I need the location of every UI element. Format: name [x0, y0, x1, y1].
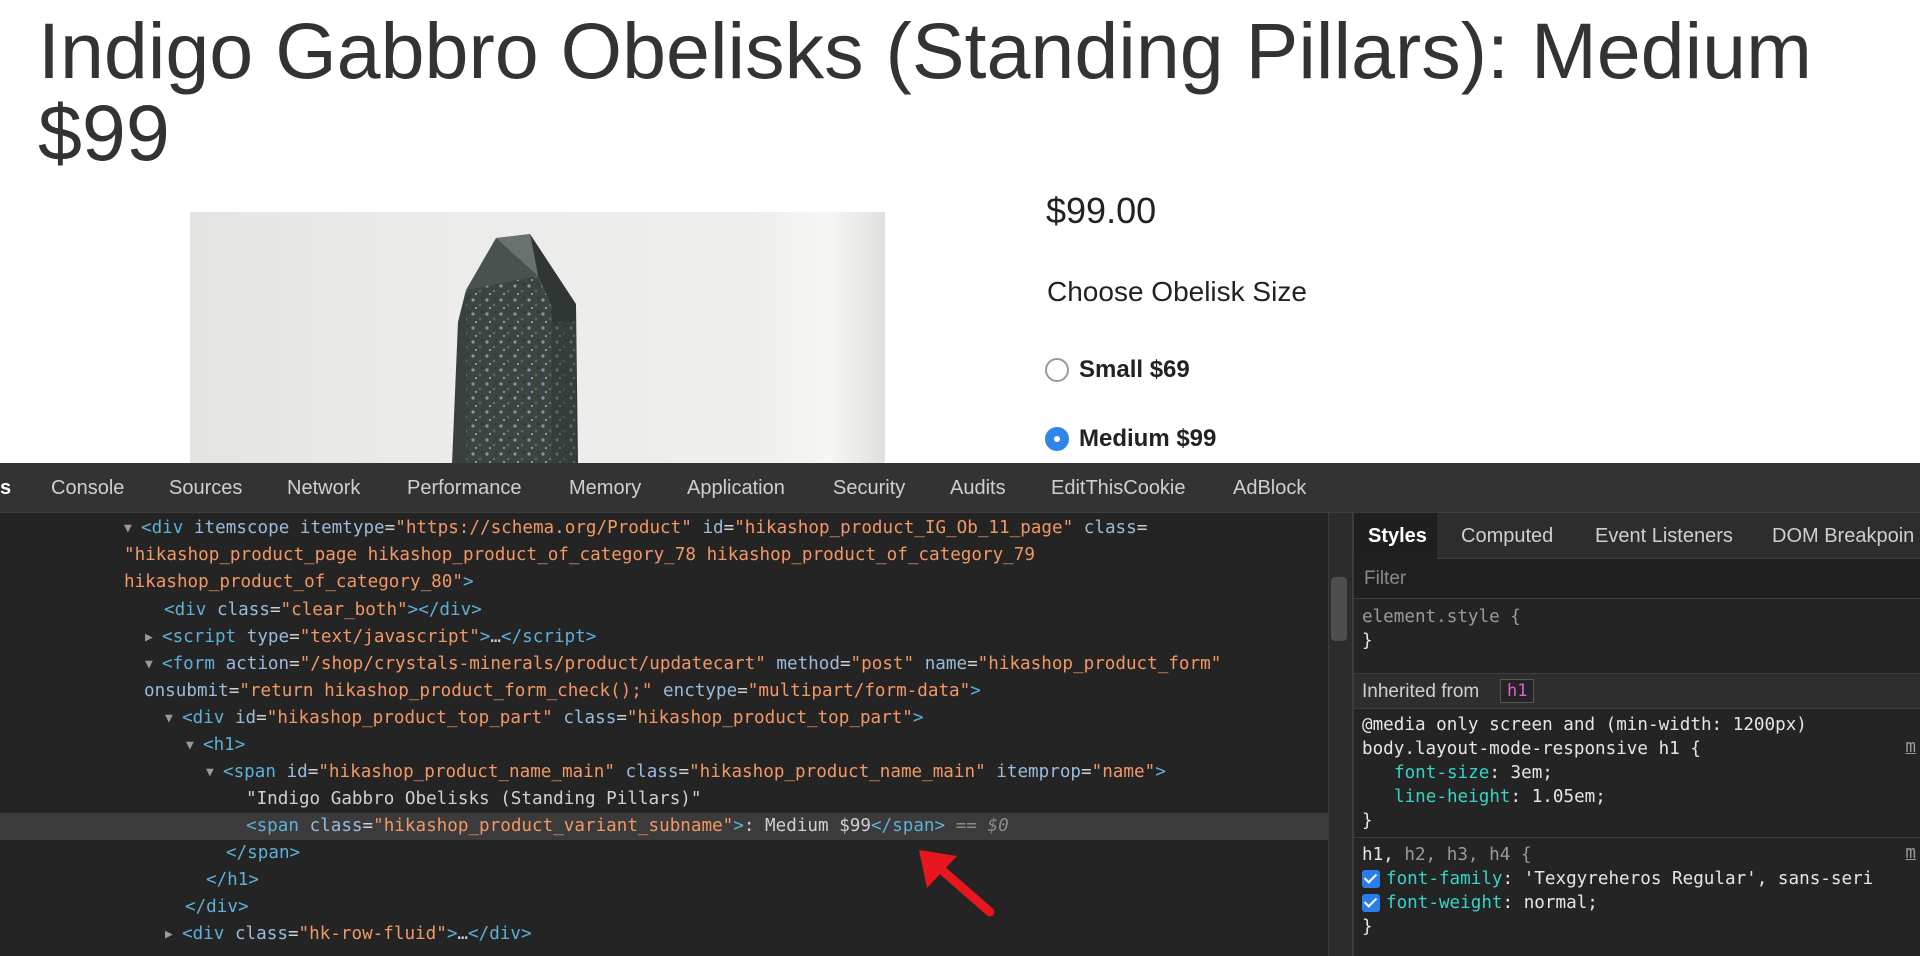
tab-dom-breakpoints[interactable]: DOM Breakpoin: [1772, 525, 1914, 548]
dom-node-script[interactable]: ▶ <script type="text/javascript">…</scrip…: [145, 624, 1328, 651]
inherited-label: Inherited from: [1362, 681, 1480, 702]
tab-editthiscookie[interactable]: EditThisCookie: [1051, 477, 1186, 500]
dom-node-clear-both[interactable]: <div class="clear_both"></div>: [164, 597, 1328, 624]
tab-computed[interactable]: Computed: [1461, 525, 1553, 548]
tab-styles[interactable]: Styles: [1354, 513, 1437, 559]
tab-sources[interactable]: Sources: [169, 477, 242, 500]
styles-tab-bar: Styles Computed Event Listeners DOM Brea…: [1354, 513, 1920, 559]
checkbox-font-family[interactable]: [1362, 870, 1380, 888]
dom-close-h1[interactable]: </h1>: [206, 867, 1328, 894]
element-style-close: }: [1362, 631, 1373, 651]
decl-font-weight[interactable]: font-weight: normal;: [1386, 891, 1598, 915]
inherited-from-bar: Inherited from h1: [1354, 673, 1920, 709]
option-medium[interactable]: Medium $99: [1045, 425, 1216, 453]
product-page: Indigo Gabbro Obelisks (Standing Pillars…: [0, 0, 1920, 463]
dom-line-form-cont: onsubmit="return hikashop_product_form_c…: [144, 681, 981, 701]
tab-security[interactable]: Security: [833, 477, 905, 500]
product-price: $99.00: [1046, 190, 1157, 231]
rule-selector-1[interactable]: body.layout-mode-responsive h1 {: [1362, 737, 1701, 761]
collapse-triangle-icon[interactable]: ▶: [165, 921, 182, 948]
elements-tree[interactable]: ▼ <div itemscope itemtype="https://schema…: [0, 513, 1328, 956]
radio-small[interactable]: [1045, 358, 1069, 382]
expand-triangle-icon[interactable]: ▼: [206, 759, 223, 786]
dom-close-div[interactable]: </div>: [185, 894, 1328, 921]
rule-close-1: }: [1362, 811, 1373, 831]
tab-adblock[interactable]: AdBlock: [1233, 477, 1306, 500]
dom-close-span[interactable]: </span>: [226, 840, 1328, 867]
dom-node-product-div[interactable]: ▼ <div itemscope itemtype="https://schema…: [124, 515, 1328, 542]
tab-memory[interactable]: Memory: [569, 477, 641, 500]
rule-close-2: }: [1362, 917, 1373, 937]
element-style-selector[interactable]: element.style {: [1362, 605, 1521, 629]
dom-node-form[interactable]: ▼ <form action="/shop/crystals-minerals/p…: [145, 651, 1328, 678]
expand-triangle-icon[interactable]: ▼: [145, 651, 162, 678]
obelisk-photo: [452, 234, 578, 463]
elements-scrollbar-thumb[interactable]: [1331, 577, 1347, 641]
styles-filter-bar: [1354, 559, 1920, 599]
checkbox-font-weight[interactable]: [1362, 894, 1380, 912]
dom-node-row-fluid[interactable]: ▶ <div class="hk-row-fluid">…</div>: [165, 921, 1328, 948]
rule-divider: [1354, 837, 1920, 838]
dom-node-h1[interactable]: ▼ <h1>: [186, 732, 1328, 759]
option-medium-label: Medium $99: [1079, 425, 1217, 452]
tab-event-listeners[interactable]: Event Listeners: [1595, 525, 1733, 548]
tab-audits[interactable]: Audits: [950, 477, 1006, 500]
expand-triangle-icon[interactable]: ▼: [186, 732, 203, 759]
annotation-arrow-icon: [919, 850, 995, 917]
option-heading: Choose Obelisk Size: [1047, 276, 1307, 307]
tab-console[interactable]: Console: [51, 477, 124, 500]
tab-network[interactable]: Network: [287, 477, 360, 500]
dom-node-top-part[interactable]: ▼ <div id="hikashop_product_top_part" cla…: [165, 705, 1328, 732]
dom-node-name-span[interactable]: ▼ <span id="hikashop_product_name_main" c…: [206, 759, 1328, 786]
collapse-triangle-icon[interactable]: ▶: [145, 624, 162, 651]
dom-text-node[interactable]: "Indigo Gabbro Obelisks (Standing Pillar…: [246, 786, 1328, 813]
tab-elements[interactable]: s: [0, 477, 11, 500]
expand-triangle-icon[interactable]: ▼: [124, 515, 141, 542]
styles-pane: Styles Computed Event Listeners DOM Brea…: [1354, 513, 1920, 956]
inherited-tag-chip[interactable]: h1: [1500, 679, 1535, 703]
option-small-label: Small $69: [1079, 356, 1190, 383]
tab-application[interactable]: Application: [687, 477, 785, 500]
dom-node-variant-subname-selected[interactable]: <span class="hikashop_product_variant_su…: [0, 813, 1328, 840]
rule-selector-2[interactable]: h1, h2, h3, h4 {: [1362, 843, 1531, 867]
product-title: Indigo Gabbro Obelisks (Standing Pillars…: [38, 6, 1812, 177]
radio-medium[interactable]: [1045, 427, 1069, 451]
devtools-tab-bar: s Console Sources Network Performance Me…: [0, 463, 1920, 513]
rule-source-link-2[interactable]: m: [1905, 843, 1916, 863]
dom-line-class-cont: "hikashop_product_page hikashop_product_…: [124, 545, 1035, 565]
product-image: [190, 212, 885, 463]
expand-triangle-icon[interactable]: ▼: [165, 705, 182, 732]
dom-line-class-end: hikashop_product_of_category_80">: [124, 572, 474, 592]
decl-font-family[interactable]: font-family: 'Texgyreheros Regular', san…: [1386, 867, 1873, 891]
media-query: @media only screen and (min-width: 1200p…: [1362, 715, 1807, 735]
decl-line-height[interactable]: line-height: 1.05em;: [1394, 785, 1606, 809]
devtools-panel: s Console Sources Network Performance Me…: [0, 463, 1920, 956]
rule-source-link-1[interactable]: m: [1905, 737, 1916, 757]
decl-font-size[interactable]: font-size: 3em;: [1394, 761, 1553, 785]
styles-filter-input[interactable]: [1360, 565, 1918, 593]
option-small[interactable]: Small $69: [1045, 356, 1190, 384]
tab-performance[interactable]: Performance: [407, 477, 522, 500]
